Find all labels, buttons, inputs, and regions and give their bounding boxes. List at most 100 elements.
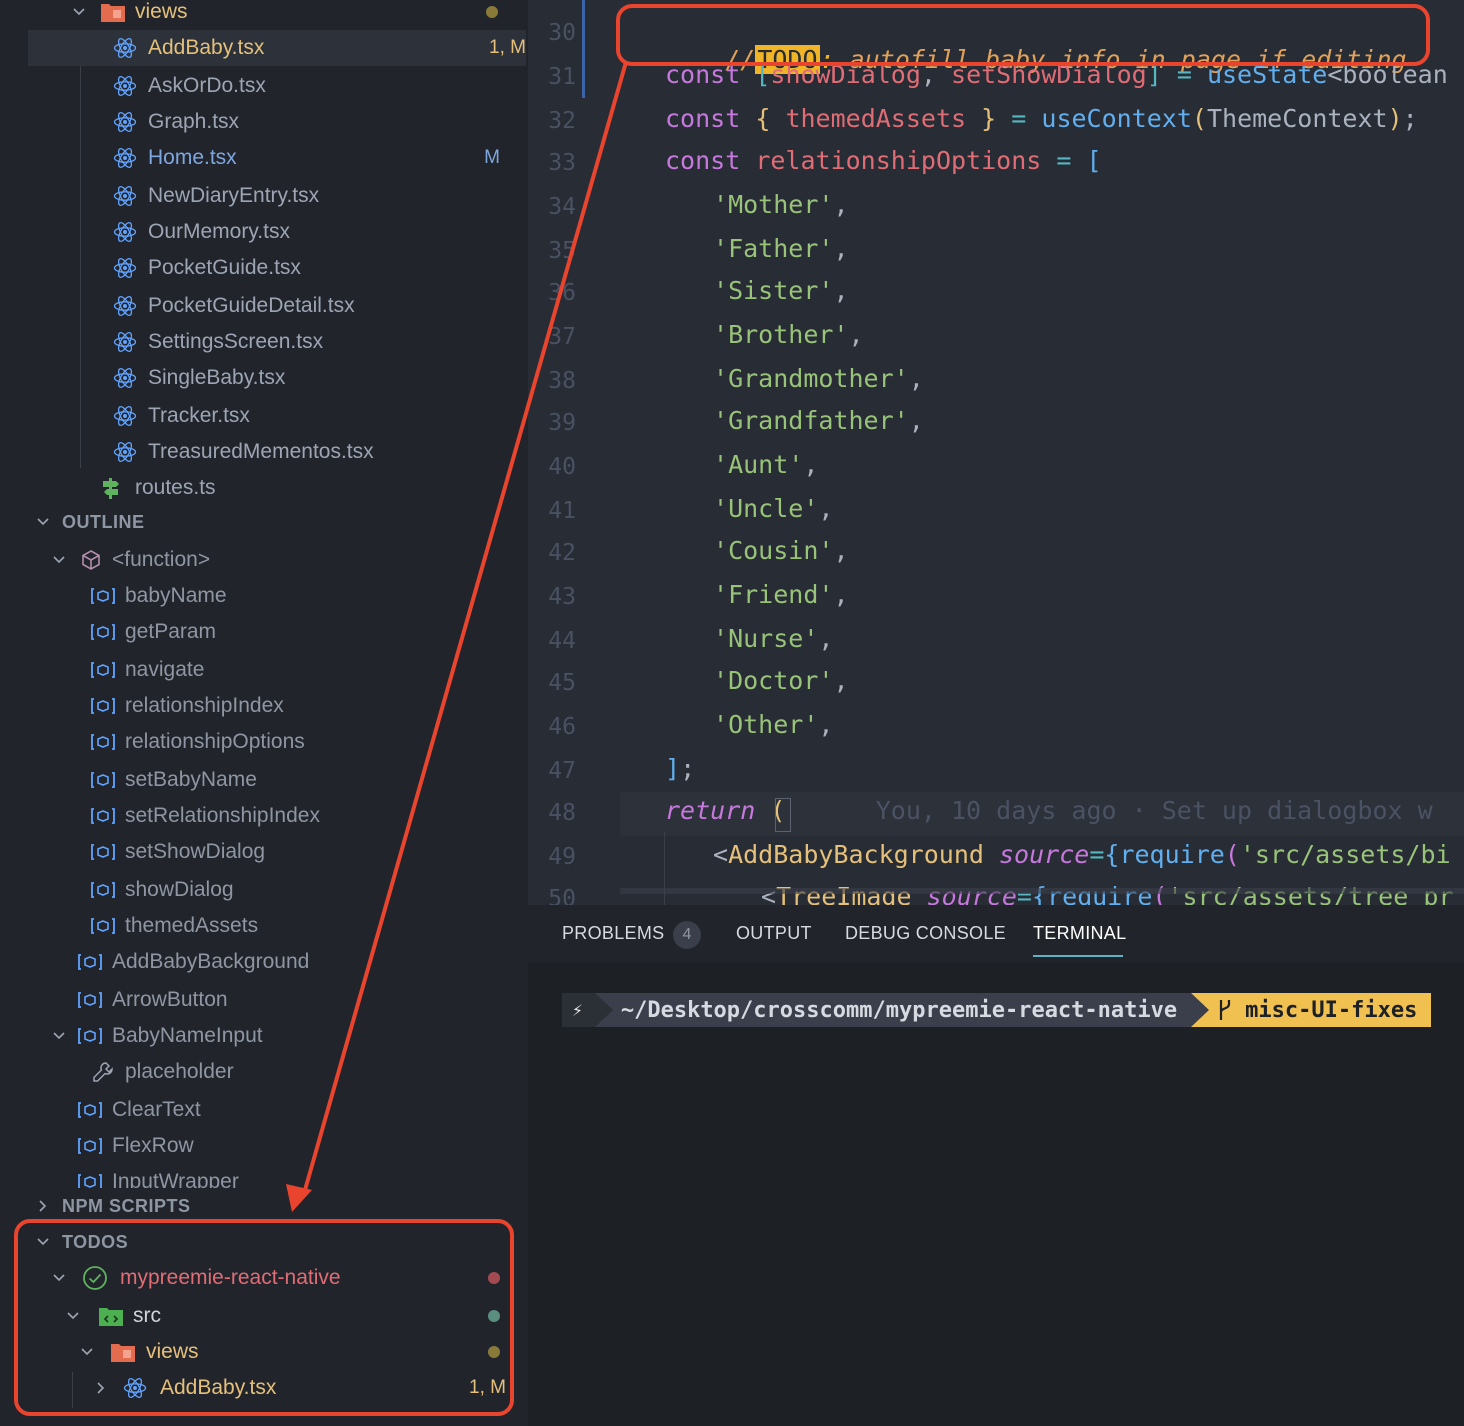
explorer-file-newdiaryentry[interactable]: NewDiaryEntry.tsx (0, 178, 528, 214)
outline-variable[interactable]: setBabyName (0, 762, 528, 798)
code-line-string: 'Friend', (713, 580, 849, 609)
code-line-string: 'Mother', (713, 190, 849, 219)
outline-variable[interactable]: navigate (0, 652, 528, 688)
tab-output[interactable]: OUTPUT (736, 923, 812, 944)
relationship-option: Other (728, 710, 804, 739)
explorer-file-treasuredmementos[interactable]: TreasuredMementos.tsx (0, 434, 528, 470)
error-dot (488, 1272, 500, 1284)
wrench-icon (90, 1059, 116, 1085)
tab-debug-console[interactable]: DEBUG CONSOLE (845, 923, 1006, 944)
line-number: 30 (548, 20, 576, 46)
outline-section-header[interactable]: OUTLINE (0, 504, 528, 540)
sidebar: views AddBaby.tsx 1, M AskOrDo.tsx Graph… (0, 0, 528, 1426)
code-line-string: 'Cousin', (713, 536, 849, 565)
outline-variable[interactable]: ClearText (0, 1092, 528, 1128)
explorer-file-singlebaby[interactable]: SingleBaby.tsx (0, 360, 528, 396)
variable-icon (77, 1169, 103, 1188)
todos-project[interactable]: mypreemie-react-native (0, 1260, 528, 1296)
outline-property[interactable]: placeholder (0, 1054, 528, 1090)
todos-folder-src[interactable]: src (0, 1298, 528, 1334)
outline-variable[interactable]: relationshipOptions (0, 724, 528, 760)
variable-icon (90, 839, 116, 865)
todos-folder-views[interactable]: views (0, 1334, 528, 1370)
variable-icon (77, 987, 103, 1013)
explorer-file-tracker[interactable]: Tracker.tsx (0, 398, 528, 434)
outline-function[interactable]: <function> (0, 542, 528, 578)
explorer-file-label: TreasuredMementos.tsx (148, 440, 374, 463)
npm-scripts-section-header[interactable]: NPM SCRIPTS (0, 1188, 528, 1224)
outline-variable[interactable]: InputWrapper (0, 1164, 528, 1188)
explorer-file-label: Graph.tsx (148, 110, 240, 133)
todos-folder-label: src (133, 1304, 161, 1327)
explorer-file-pocketguidedetail[interactable]: PocketGuideDetail.tsx (0, 288, 528, 324)
line-number: 43 (548, 584, 576, 610)
explorer-file-addbaby[interactable]: AddBaby.tsx 1, M (28, 30, 526, 66)
line-number: 35 (548, 238, 576, 264)
code-line-string: 'Sister', (713, 276, 849, 305)
todos-section-header[interactable]: TODOS (0, 1224, 528, 1260)
outline-clip: InputWrapper (0, 1164, 528, 1188)
outline-item-label: placeholder (125, 1060, 234, 1083)
outline-variable[interactable]: BabyNameInput (0, 1018, 528, 1054)
explorer-file-graph[interactable]: Graph.tsx (0, 104, 528, 140)
chevron-down-icon (52, 553, 66, 567)
line-number: 42 (548, 540, 576, 566)
chevron-down-icon (52, 1029, 66, 1043)
relationship-option: Uncle (728, 494, 804, 523)
outline-variable[interactable]: ArrowButton (0, 982, 528, 1018)
explorer-file-routes[interactable]: routes.ts (0, 470, 528, 506)
outline-item-label: setRelationshipIndex (125, 804, 320, 827)
outline-variable[interactable]: babyName (0, 578, 528, 614)
explorer-file-ourmemory[interactable]: OurMemory.tsx (0, 214, 528, 250)
outline-item-label: themedAssets (125, 914, 259, 937)
line-number: 31 (548, 64, 576, 90)
todos-title: TODOS (62, 1231, 129, 1252)
relationship-option: Doctor (728, 666, 819, 695)
chevron-down-icon (80, 1345, 94, 1359)
explorer-folder-views[interactable]: views (0, 0, 528, 30)
outline-variable[interactable]: showDialog (0, 872, 528, 908)
terminal[interactable]: ⚡ ~/Desktop/crosscomm/mypreemie-react-na… (528, 963, 1464, 1426)
signpost-icon (98, 475, 124, 501)
git-gutter-modified (582, 0, 585, 98)
todos-file-addbaby[interactable]: AddBaby.tsx 1, M (0, 1370, 528, 1406)
variable-icon (90, 583, 116, 609)
line-number: 37 (548, 324, 576, 350)
line-number: 49 (548, 844, 576, 870)
outline-variable[interactable]: setRelationshipIndex (0, 798, 528, 834)
tab-problems[interactable]: PROBLEMS (562, 923, 664, 944)
react-icon (112, 35, 138, 61)
outline-variable[interactable]: getParam (0, 614, 528, 650)
prompt-symbol-segment: ⚡ (562, 993, 595, 1027)
chevron-right-icon (36, 1199, 50, 1213)
variable-icon (90, 913, 116, 939)
tab-terminal[interactable]: TERMINAL (1033, 923, 1126, 944)
file-status-badge: 1, M (469, 1377, 506, 1398)
jsx-guide (664, 832, 665, 905)
react-icon (112, 365, 138, 391)
outline-variable[interactable]: AddBabyBackground (0, 944, 528, 980)
react-icon (112, 329, 138, 355)
explorer-file-home[interactable]: Home.tsx M (0, 140, 528, 176)
cube-icon (78, 547, 104, 573)
outline-variable[interactable]: FlexRow (0, 1128, 528, 1164)
variable-icon (90, 767, 116, 793)
code-line-string: 'Grandmother', (713, 364, 924, 393)
variable-icon (90, 693, 116, 719)
lightning-icon: ⚡ (572, 999, 583, 1021)
code-line: const { themedAssets } = useContext(Them… (665, 104, 1418, 133)
outline-variable[interactable]: themedAssets (0, 908, 528, 944)
react-icon (112, 293, 138, 319)
explorer-file-label: AskOrDo.tsx (148, 74, 266, 97)
code-editor[interactable]: 30 31 32 33 34 35 36 37 38 39 40 41 42 4… (528, 0, 1464, 905)
outline-variable[interactable]: relationshipIndex (0, 688, 528, 724)
chevron-right-icon (94, 1381, 108, 1395)
explorer-file-askordo[interactable]: AskOrDo.tsx (0, 68, 528, 104)
chevron-down-icon (66, 1309, 80, 1323)
explorer-file-pocketguide[interactable]: PocketGuide.tsx (0, 250, 528, 286)
git-blame-annotation: You, 10 days ago · Set up dialogbox w (875, 796, 1433, 825)
status-dot (488, 1310, 500, 1322)
explorer-file-label: Tracker.tsx (148, 404, 250, 427)
explorer-file-settingsscreen[interactable]: SettingsScreen.tsx (0, 324, 528, 360)
outline-variable[interactable]: setShowDialog (0, 834, 528, 870)
